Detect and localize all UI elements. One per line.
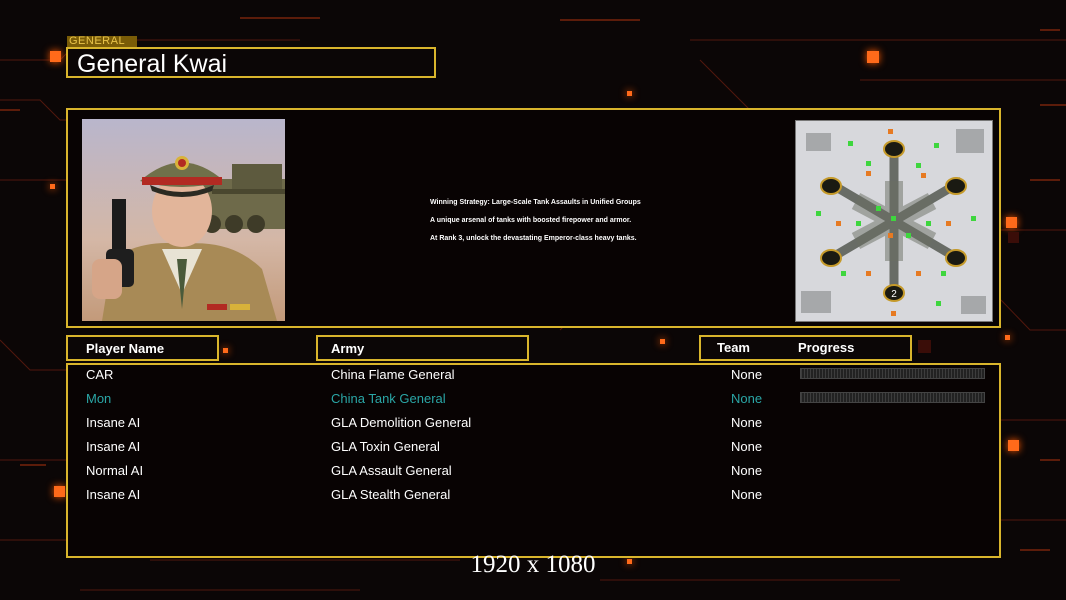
player-team: None <box>731 439 763 454</box>
general-info-panel: Winning Strategy: Large-Scale Tank Assau… <box>66 108 1001 328</box>
map-preview[interactable]: 2 <box>795 120 993 322</box>
description-line: A unique arsenal of tanks with boosted f… <box>430 217 632 224</box>
player-team: None <box>731 463 763 478</box>
player-army: GLA Assault General <box>331 463 452 478</box>
column-header-team: Team <box>717 340 750 355</box>
player-row[interactable]: Insane AI GLA Toxin General None <box>68 437 999 457</box>
player-army: China Tank General <box>331 391 446 406</box>
player-row[interactable]: Mon China Tank General None <box>68 389 999 409</box>
decor-square <box>54 486 65 497</box>
player-army: China Flame General <box>331 367 455 382</box>
column-header-army: Army <box>316 335 529 361</box>
general-name-title: General Kwai <box>77 50 228 78</box>
player-army: GLA Demolition General <box>331 415 472 430</box>
decor-square <box>1008 440 1019 451</box>
player-team: None <box>731 367 763 382</box>
column-header-player-name: Player Name <box>66 335 219 361</box>
player-name: Insane AI <box>86 487 141 502</box>
player-team: None <box>731 487 763 502</box>
player-army: GLA Stealth General <box>331 487 451 502</box>
column-header-team-progress: Team Progress <box>699 335 912 361</box>
general-description: Winning Strategy: Large-Scale Tank Assau… <box>430 198 730 252</box>
player-team: None <box>731 391 763 406</box>
general-title-box: General Kwai <box>66 47 436 78</box>
player-army: GLA Toxin General <box>331 439 440 454</box>
player-row[interactable]: CAR China Flame General None <box>68 365 999 385</box>
player-row[interactable]: Normal AI GLA Assault General None <box>68 461 999 481</box>
column-header-label: Army <box>331 341 365 356</box>
map-preview-terrain: 2 <box>796 121 992 321</box>
decor-square <box>1005 335 1010 340</box>
general-category-label: GENERAL <box>67 36 137 47</box>
map-start-marker: 2 <box>891 289 897 300</box>
player-team: None <box>731 415 763 430</box>
column-header-progress: Progress <box>798 340 855 355</box>
player-name: CAR <box>86 367 114 382</box>
player-name: Normal AI <box>86 463 144 478</box>
general-portrait <box>82 119 285 321</box>
player-list-panel: CAR China Flame General None Mon China T… <box>66 363 1001 558</box>
decor-square <box>660 339 665 344</box>
decor-dark-square <box>918 340 931 353</box>
decor-square <box>50 184 55 189</box>
player-name: Mon <box>86 391 112 406</box>
decor-square <box>1006 217 1017 228</box>
player-progress-bar <box>800 368 985 379</box>
player-name: Insane AI <box>86 439 141 454</box>
description-line: At Rank 3, unlock the devastating Empero… <box>430 235 637 242</box>
resolution-caption: 1920 x 1080 <box>470 551 596 578</box>
column-header-label: Player Name <box>86 341 165 356</box>
decor-square <box>50 51 61 62</box>
general-portrait-illustration <box>82 119 285 321</box>
decor-square <box>627 91 632 96</box>
player-name: Insane AI <box>86 415 141 430</box>
decor-square <box>867 51 879 63</box>
decor-square <box>223 348 228 353</box>
description-line: Winning Strategy: Large-Scale Tank Assau… <box>430 199 641 206</box>
decor-dark-square <box>1008 232 1019 243</box>
player-progress-bar <box>800 392 985 403</box>
player-row[interactable]: Insane AI GLA Stealth General None <box>68 485 999 505</box>
player-row[interactable]: Insane AI GLA Demolition General None <box>68 413 999 433</box>
